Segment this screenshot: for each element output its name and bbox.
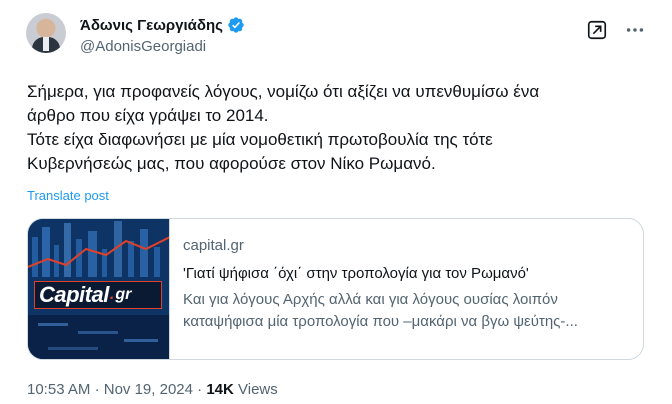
link-card-description-line: Και για λόγους Αρχής αλλά και για λόγους…	[183, 291, 558, 308]
translate-post-link[interactable]: Translate post	[27, 188, 109, 203]
views-label: Views	[238, 381, 278, 398]
logo-main-text: Capital	[39, 282, 109, 307]
tweet-line: Σήμερα, για προφανείς λόγους, νομίζω ότι…	[27, 82, 540, 101]
tweet-line: Κυβερνήσεώς μας, που αφορούσε στον Νίκο …	[27, 154, 436, 173]
verified-badge-icon[interactable]	[227, 16, 245, 34]
link-card-body[interactable]: capital.gr 'Γιατί ψήφισα ΄όχι΄ στην τροπ…	[183, 235, 633, 333]
views-count: 14K	[206, 381, 234, 398]
more-options-icon[interactable]	[624, 19, 646, 41]
author-handle[interactable]: @AdonisGeorgiadi	[80, 38, 206, 55]
logo-dot: .	[109, 286, 115, 303]
link-card-description: Και για λόγους Αρχής αλλά και για λόγους…	[183, 289, 633, 333]
link-card-description-line: καταψήφισα μία τροπολογία που –μακάρι να…	[183, 313, 578, 330]
meta-separator: ·	[94, 381, 100, 398]
meta-separator: ·	[197, 381, 203, 398]
author-display-name[interactable]: Άδωνις Γεωργιάδης	[80, 17, 223, 34]
logo-suffix-text: gr	[115, 286, 132, 303]
avatar-shirt	[43, 37, 49, 51]
grok-icon[interactable]	[586, 19, 608, 41]
capital-logo: Capital. gr	[34, 281, 162, 309]
tweet-line: άρθρο που είχα γράψει το 2014.	[27, 106, 269, 125]
tweet-time[interactable]: 10:53 AM	[27, 381, 90, 398]
tweet-line: Τότε είχα διαφωνήσει με μία νομοθετική π…	[27, 130, 493, 149]
link-card-thumbnail[interactable]: Capital. gr	[28, 219, 170, 359]
author-avatar[interactable]	[26, 13, 66, 53]
link-card-domain: capital.gr	[183, 237, 244, 254]
link-preview-card[interactable]: Capital. gr capital.gr 'Γιατί ψήφισα ΄όχι…	[27, 218, 644, 360]
tweet-date[interactable]: Nov 19, 2024	[104, 381, 193, 398]
tweet-meta: 10:53 AM · Nov 19, 2024 · 14K Views	[27, 381, 278, 398]
tweet-text: Σήμερα, για προφανείς λόγους, νομίζω ότι…	[27, 80, 647, 176]
author-name-row: Άδωνις Γεωργιάδης	[80, 16, 245, 34]
link-card-title: 'Γιατί ψήφισα ΄όχι΄ στην τροπολογία για …	[183, 265, 529, 282]
